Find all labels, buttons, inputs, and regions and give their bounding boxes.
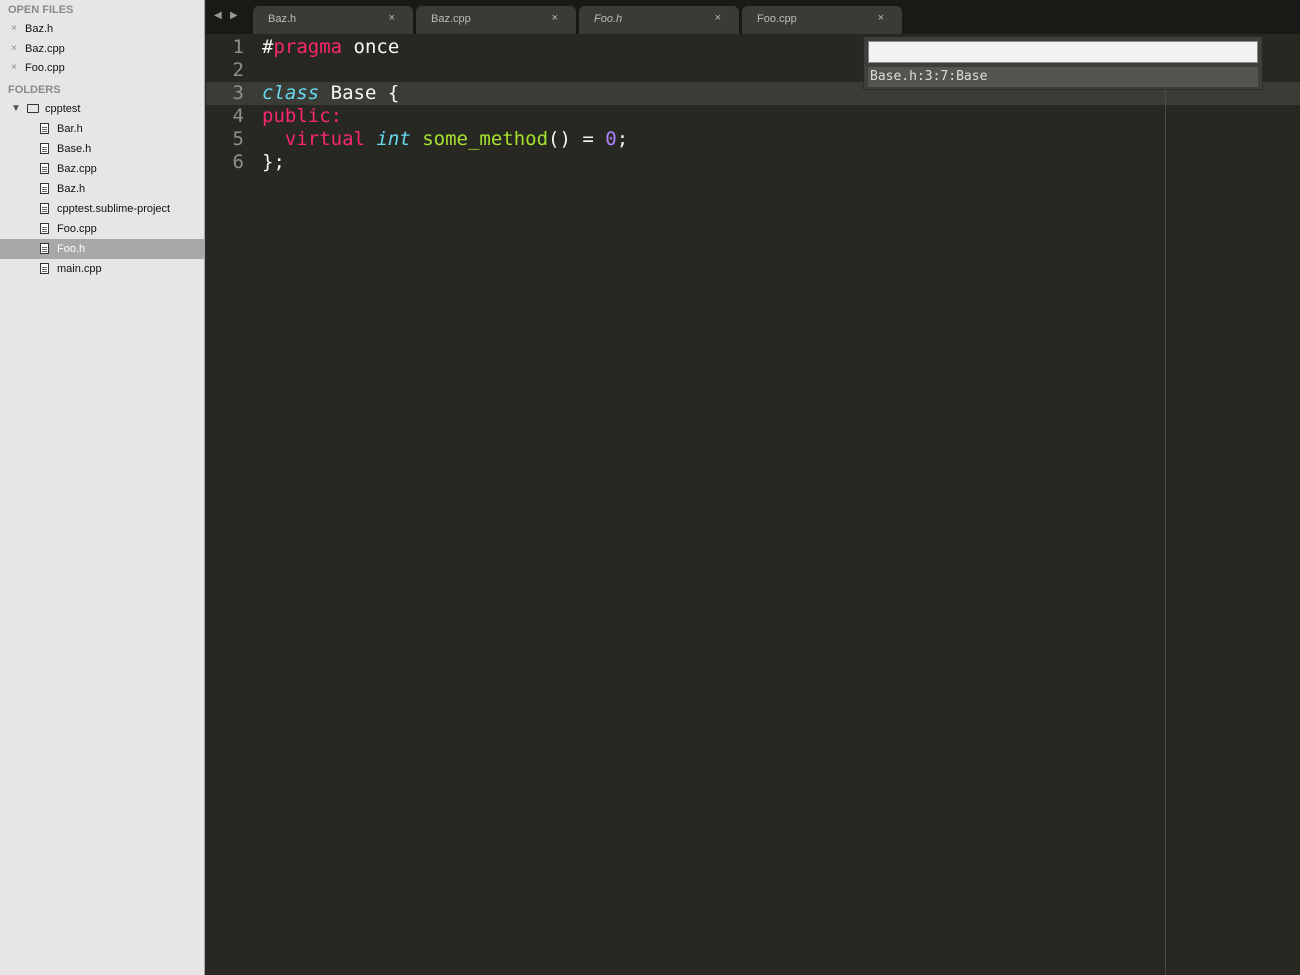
open-file-label: Baz.h [25,23,54,35]
tree-file-label: main.cpp [57,263,102,275]
file-icon [40,223,49,234]
tree-file-item[interactable]: Foo.cpp [0,219,205,239]
code-token: pragma [273,36,343,58]
tab-bar: ◀ ▶ Baz.h × Baz.cpp × Foo.h × Foo.cpp × [206,0,1300,34]
file-icon [40,183,49,194]
open-file-item[interactable]: × Baz.cpp [0,39,205,59]
sidebar: OPEN FILES × Baz.h × Baz.cpp × Foo.cpp F… [0,0,205,975]
folders-heading: FOLDERS [8,84,61,96]
file-icon [40,243,49,254]
code-token: ; [616,128,629,150]
close-icon[interactable]: × [11,39,17,59]
line-number: 1 [232,36,244,58]
close-icon[interactable]: × [552,12,558,24]
code-token: () = [548,128,606,150]
back-arrow-icon[interactable]: ◀ [214,10,222,21]
line-number: 5 [232,128,244,150]
goto-symbol-popup: Base.h:3:7:Base [863,36,1263,90]
open-file-label: Baz.cpp [25,43,65,55]
code-line[interactable]: #pragma once [262,36,399,59]
file-icon [40,123,49,134]
code-token: virtual [284,128,365,150]
goto-result-item[interactable]: Base.h:3:7:Base [868,67,1258,87]
forward-arrow-icon[interactable]: ▶ [230,10,238,21]
line-number: 3 [232,82,244,104]
file-icon [40,163,49,174]
folder-cpptest[interactable]: ▼ cpptest [0,99,205,119]
code-token: 0 [605,128,617,150]
folder-label: cpptest [45,103,81,115]
tab-label: Foo.h [594,13,623,25]
tree-file-item[interactable]: cpptest.sublime-project [0,199,205,219]
tab-foo-h[interactable]: Foo.h × [579,6,739,34]
code-token: }; [262,151,285,173]
code-token: # [262,36,274,58]
close-icon[interactable]: × [11,58,17,78]
tree-file-label: Bar.h [57,123,83,135]
code-token: int [376,128,411,150]
code-line[interactable]: virtual int some_method() = 0; [262,128,628,151]
open-files-heading: OPEN FILES [8,4,74,16]
tree-file-item[interactable]: Bar.h [0,119,205,139]
close-icon[interactable]: × [389,12,395,24]
tree-file-label: Baz.cpp [57,163,97,175]
tree-file-item[interactable]: Base.h [0,139,205,159]
disclosure-triangle-icon[interactable]: ▼ [11,99,21,119]
code-token: class [262,82,320,104]
tree-file-label: Base.h [57,143,92,155]
code-token: some_method [422,128,549,150]
code-token: Base { [319,82,400,104]
file-icon [40,143,49,154]
tree-file-label: cpptest.sublime-project [57,203,171,215]
file-icon [40,203,49,214]
code-token: public: [262,105,343,127]
file-icon [40,263,49,274]
close-icon[interactable]: × [715,12,721,24]
open-file-label: Foo.cpp [25,62,65,74]
line-number: 4 [232,105,244,127]
code-line[interactable]: }; [262,151,285,174]
tree-file-item[interactable]: main.cpp [0,259,205,279]
tab-baz-cpp[interactable]: Baz.cpp × [416,6,576,34]
tree-file-item-selected[interactable]: Foo.h [0,239,205,259]
folder-icon [27,104,39,113]
tab-baz-h[interactable]: Baz.h × [253,6,413,34]
code-token: once [342,36,400,58]
tab-label: Baz.h [268,13,297,25]
line-number: 6 [232,151,244,173]
tab-foo-cpp[interactable]: Foo.cpp × [742,6,902,34]
tree-file-item[interactable]: Baz.h [0,179,205,199]
open-file-item[interactable]: × Baz.h [0,19,205,39]
code-line[interactable]: public: [262,105,342,128]
tree-file-label: Foo.cpp [57,223,97,235]
open-file-item[interactable]: × Foo.cpp [0,58,205,78]
tab-label: Foo.cpp [757,13,797,25]
code-line[interactable]: class Base { [262,82,399,105]
ruler-guide [1165,89,1166,975]
code-editor[interactable]: 123456 #pragma once class Base {public: v… [206,34,1300,975]
tree-file-label: Foo.h [57,243,86,255]
close-icon[interactable]: × [11,19,17,39]
tree-file-item[interactable]: Baz.cpp [0,159,205,179]
line-number: 2 [232,59,244,81]
goto-symbol-input[interactable] [868,41,1258,63]
close-icon[interactable]: × [878,12,884,24]
tab-label: Baz.cpp [431,13,471,25]
tree-file-label: Baz.h [57,183,86,195]
